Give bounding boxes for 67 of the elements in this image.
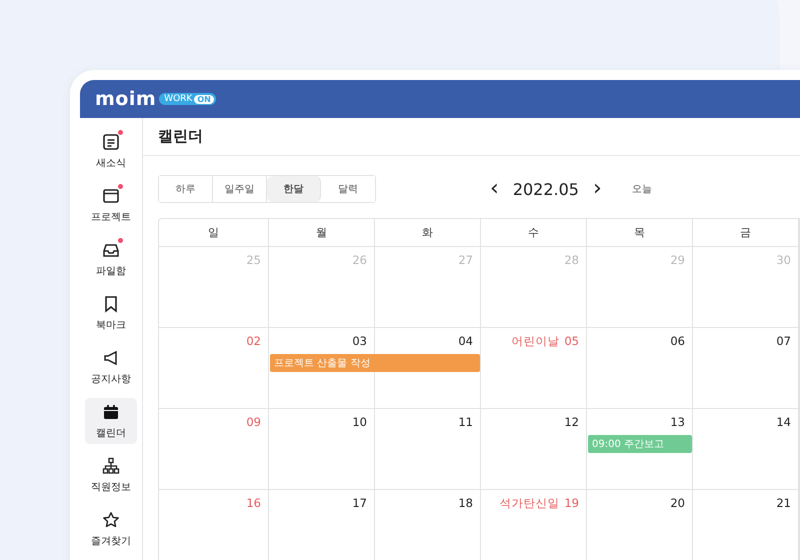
sidebar-item[interactable]: 북마크 <box>85 290 137 336</box>
day-number: 25 <box>246 253 261 267</box>
sidebar-item[interactable]: 공지사항 <box>85 344 137 390</box>
day-number: 07 <box>776 334 791 348</box>
day-cell[interactable]: 21 <box>693 490 799 560</box>
day-number: 10 <box>352 415 367 429</box>
previous-month-button[interactable]: ‹ <box>486 178 503 200</box>
day-number: 04 <box>458 334 473 348</box>
day-number: 18 <box>458 496 473 510</box>
day-cell[interactable]: 17 <box>269 490 375 560</box>
next-month-button[interactable]: › <box>588 178 606 200</box>
megaphone-icon <box>102 348 120 366</box>
sidebar-item[interactable]: 즐겨찾기 <box>85 506 137 552</box>
today-button[interactable]: 오늘 <box>626 181 658 197</box>
day-number: 12 <box>564 415 579 429</box>
day-number: 26 <box>352 253 367 267</box>
day-number: 21 <box>776 496 791 510</box>
day-number: 03 <box>352 334 367 348</box>
calendar-icon <box>102 402 120 420</box>
day-number: 02 <box>246 334 261 348</box>
day-cell[interactable]: 07 <box>693 328 799 409</box>
day-number: 30 <box>776 253 791 267</box>
day-cell[interactable]: 18 <box>375 490 481 560</box>
logo-text: moim <box>95 88 156 110</box>
logo-badge-text: WORK <box>164 94 192 104</box>
org-chart-icon <box>102 456 120 474</box>
weekday-header: 목 <box>587 219 693 247</box>
day-number: 16 <box>246 496 261 510</box>
month-label: 2022.05 <box>512 180 579 198</box>
weekday-header: 화 <box>375 219 481 247</box>
sidebar-item[interactable]: 프로젝트 <box>85 182 137 228</box>
day-cell[interactable]: 11 <box>375 409 481 490</box>
weekday-header: 금 <box>693 219 799 247</box>
logo-badge-on: ON <box>194 94 214 104</box>
view-tab[interactable]: 하루 <box>159 176 213 202</box>
day-number: 29 <box>670 253 685 267</box>
window-icon <box>102 186 120 204</box>
day-number: 28 <box>564 253 579 267</box>
day-number: 27 <box>458 253 473 267</box>
day-number: 05 <box>564 334 579 349</box>
bookmark-icon <box>102 294 120 312</box>
day-cell[interactable]: 14 <box>693 409 799 490</box>
day-cell[interactable]: 20 <box>587 490 693 560</box>
day-number: 14 <box>776 415 791 429</box>
day-cell[interactable]: 06 <box>587 328 693 409</box>
holiday-name: 어린이날 <box>511 334 560 349</box>
day-number: 09 <box>246 415 261 429</box>
day-number: 20 <box>670 496 685 510</box>
sidebar-item[interactable]: 직원정보 <box>85 452 137 498</box>
weekday-header: 수 <box>481 219 587 247</box>
weekday-header: 일 <box>159 219 269 247</box>
day-number: 11 <box>458 415 473 429</box>
day-number: 13 <box>670 415 685 429</box>
day-number: 19 <box>564 496 579 511</box>
day-number: 17 <box>352 496 367 510</box>
day-cell[interactable]: 10 <box>269 409 375 490</box>
star-icon <box>102 510 120 528</box>
day-number: 06 <box>670 334 685 348</box>
view-tab[interactable]: 한달 <box>267 176 321 202</box>
holiday-name: 석가탄신일 <box>499 496 560 511</box>
weekday-header: 월 <box>269 219 375 247</box>
sidebar-item[interactable]: 캘린더 <box>85 398 137 444</box>
page-title: 캘린더 <box>158 127 203 146</box>
sidebar-item[interactable]: 새소식 <box>85 128 137 174</box>
document-icon <box>102 132 120 150</box>
sidebar-item[interactable]: 파일함 <box>85 236 137 282</box>
day-cell[interactable]: 12 <box>481 409 587 490</box>
